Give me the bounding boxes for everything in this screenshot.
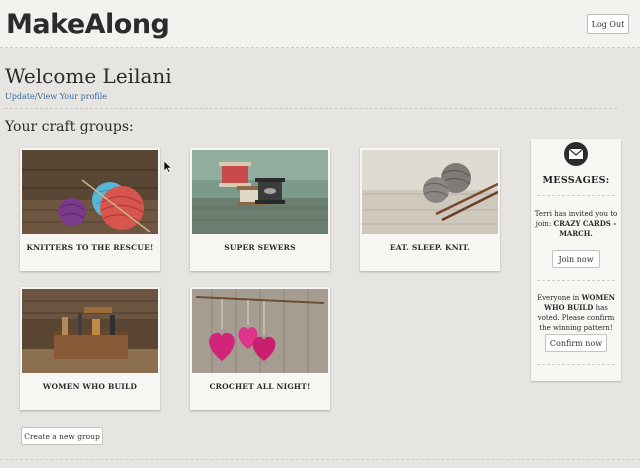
- yarn-balls-photo: [22, 150, 158, 234]
- message-text: Terri has invited you to join: CRAZY CAR…: [534, 210, 618, 238]
- profile-link[interactable]: Update/View Your profile: [5, 92, 107, 101]
- group-title: EAT. SLEEP. KNIT.: [389, 243, 471, 252]
- divider: [5, 108, 617, 109]
- groups-heading: Your craft groups:: [5, 119, 134, 135]
- group-card-women-who-build[interactable]: WOMEN WHO BUILD: [20, 287, 160, 410]
- group-title: KNITTERS TO THE RESCUE!: [26, 243, 154, 252]
- message-group-name: CRAZY CARDS - MARCH.: [553, 219, 617, 238]
- crochet-hearts-photo: [192, 289, 328, 373]
- divider: [537, 280, 615, 281]
- divider: [537, 364, 615, 365]
- thread-spools-photo: [192, 150, 328, 234]
- mail-icon: [564, 142, 588, 166]
- logout-button[interactable]: Log Out: [587, 14, 629, 34]
- yarn-needles-photo: [362, 150, 498, 234]
- top-bar: MakeAlong Log Out: [0, 0, 640, 48]
- cursor-icon: [163, 158, 173, 177]
- group-title: CROCHET ALL NIGHT!: [209, 382, 311, 391]
- group-card-knitters[interactable]: KNITTERS TO THE RESCUE!: [20, 148, 160, 271]
- page-title: Welcome Leilani: [5, 64, 172, 88]
- message-text: Everyone in WOMEN WHO BUILD has voted. P…: [536, 293, 616, 332]
- group-title: SUPER SEWERS: [224, 243, 296, 252]
- messages-panel: MESSAGES: Terri has invited you to join:…: [531, 139, 621, 381]
- logo[interactable]: MakeAlong: [6, 10, 170, 40]
- messages-heading: MESSAGES:: [542, 175, 610, 186]
- group-card-sewers[interactable]: SUPER SEWERS: [190, 148, 330, 271]
- create-group-button[interactable]: Create a new group: [21, 427, 103, 445]
- divider: [537, 195, 615, 196]
- group-card-crochet[interactable]: CROCHET ALL NIGHT!: [190, 287, 330, 410]
- divider: [0, 459, 640, 460]
- group-title: WOMEN WHO BUILD: [42, 382, 138, 391]
- confirm-now-button[interactable]: Confirm now: [545, 334, 607, 352]
- toolbox-photo: [22, 289, 158, 373]
- group-card-eat-sleep-knit[interactable]: EAT. SLEEP. KNIT.: [360, 148, 500, 271]
- join-now-button[interactable]: Join now: [552, 250, 600, 268]
